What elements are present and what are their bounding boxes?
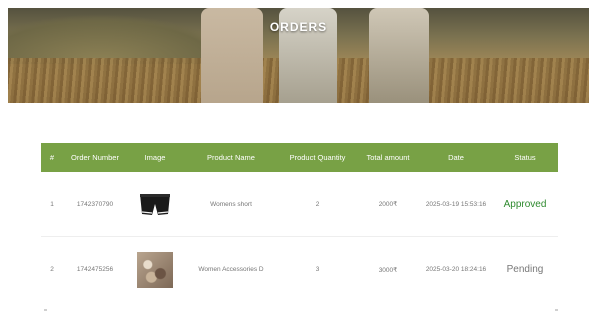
table-row[interactable]: 2 1742475256 Women Accessories D 3 3000₹… [41,237,558,302]
status-badge: Approved [503,198,547,210]
header-product-quantity: Product Quantity [289,153,346,162]
product-name: Women Accessories D [198,266,264,273]
scroll-edge [44,309,558,311]
product-quantity: 2 [315,200,320,208]
edge-mark-right [555,309,558,311]
orders-banner: ORDERS [8,8,589,103]
header-total-amount: Total amount [366,153,410,162]
header-order-number: Order Number [71,153,119,162]
row-index: 2 [50,266,54,273]
shorts-thumbnail-icon[interactable] [137,186,173,222]
order-date: 2025-03-19 15:53:16 [425,200,487,208]
product-name: Womens short [210,200,252,208]
page-title: ORDERS [269,20,328,34]
row-index: 1 [50,200,54,208]
order-number: 1742370790 [76,200,114,208]
orders-table: # Order Number Image Product Name Produc… [41,143,558,302]
total-amount: 2000₹ [378,201,398,208]
total-amount: 3000₹ [378,266,398,274]
header-index: # [49,153,55,162]
status-badge: Pending [506,264,544,275]
order-number: 1742475256 [76,266,114,273]
header-status: Status [514,153,536,162]
product-quantity: 3 [315,266,320,273]
header-product-name: Product Name [207,153,255,162]
table-row[interactable]: 1 1742370790 Womens short 2 2000₹ 2025-0… [41,172,558,237]
header-image: Image [144,153,166,162]
accessories-thumbnail-icon[interactable] [137,251,173,288]
edge-mark-left [44,309,47,311]
product-image-cell [127,251,183,288]
product-image-cell [127,186,183,222]
header-date: Date [448,153,464,162]
order-date: 2025-03-20 18:24:16 [425,266,487,273]
table-header: # Order Number Image Product Name Produc… [41,143,558,172]
